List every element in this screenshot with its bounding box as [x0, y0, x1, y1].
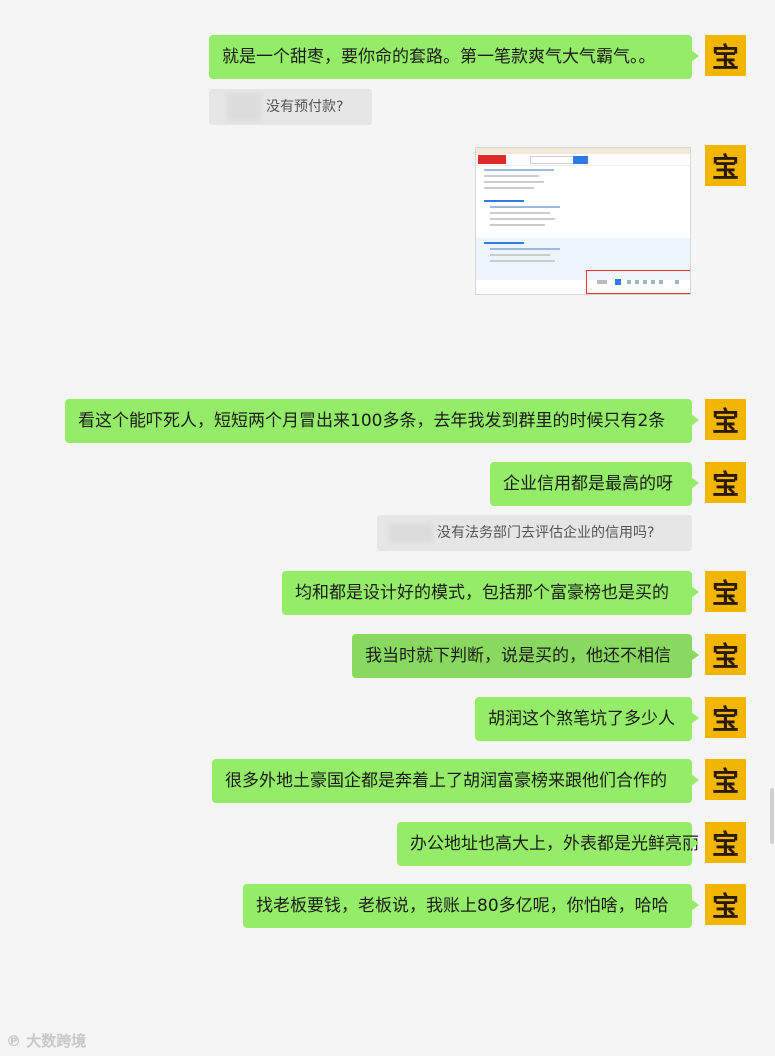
quote-text: 没有预付款? [266, 99, 344, 115]
watermark-text: 大数跨境 [26, 1032, 87, 1050]
image-search-button [573, 156, 588, 164]
blurred-avatar [227, 93, 261, 121]
quoted-message[interactable]: 没有预付款? [209, 89, 372, 125]
image-result-row [476, 195, 690, 237]
quote-text: 没有法务部门去评估企业的信用吗? [437, 525, 655, 541]
watermark-icon: ℗ [6, 1032, 21, 1050]
blurred-name [389, 523, 433, 543]
message-bubble[interactable]: 我当时就下判断，说是买的，他还不相信 [352, 634, 699, 678]
avatar[interactable]: 宝 [705, 145, 746, 186]
avatar[interactable]: 宝 [705, 697, 746, 738]
avatar[interactable]: 宝 [705, 884, 746, 925]
message-bubble[interactable]: 均和都是设计好的模式，包括那个富豪榜也是买的 [282, 571, 699, 615]
message-bubble[interactable]: 看这个能吓死人，短短两个月冒出来100多条，去年我发到群里的时候只有2条 [65, 399, 699, 443]
message-bubble[interactable]: 很多外地土豪国企都是奔着上了胡润富豪榜来跟他们合作的 [212, 759, 699, 803]
scrollbar[interactable] [770, 788, 774, 844]
avatar[interactable]: 宝 [705, 35, 746, 76]
screenshot-image-message[interactable] [475, 147, 691, 295]
avatar[interactable]: 宝 [705, 634, 746, 675]
watermark: ℗ 大数跨境 [6, 1030, 86, 1051]
avatar[interactable]: 宝 [705, 571, 746, 612]
message-bubble[interactable]: 就是一个甜枣，要你命的套路。第一笔款爽气大气霸气。。 [209, 35, 699, 79]
message-bubble[interactable]: 办公地址也高大上，外表都是光鲜亮丽 [397, 822, 699, 866]
quoted-message[interactable]: 没有法务部门去评估企业的信用吗? [377, 515, 692, 551]
image-logo [478, 155, 506, 164]
image-pagination-highlight [586, 270, 690, 294]
avatar[interactable]: 宝 [705, 399, 746, 440]
message-bubble[interactable]: 胡润这个煞笔坑了多少人 [475, 697, 699, 741]
message-bubble[interactable]: 企业信用都是最高的呀 [490, 462, 699, 506]
message-bubble[interactable]: 找老板要钱，老板说，我账上80多亿呢，你怕啥，哈哈 [243, 884, 699, 928]
avatar[interactable]: 宝 [705, 822, 746, 863]
avatar[interactable]: 宝 [705, 759, 746, 800]
avatar[interactable]: 宝 [705, 462, 746, 503]
